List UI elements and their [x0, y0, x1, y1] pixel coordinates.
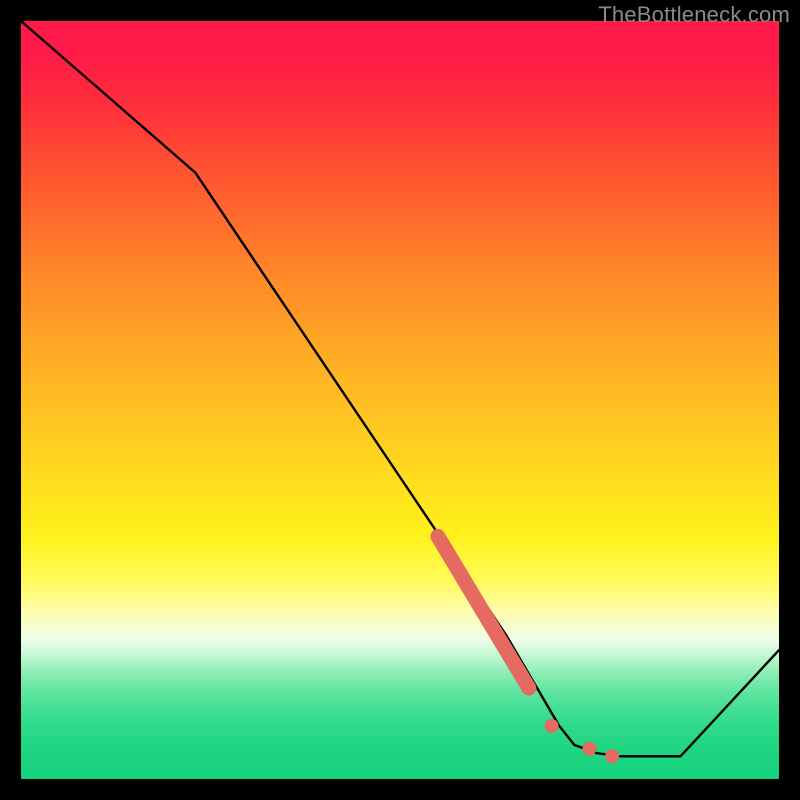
- chart-plot-area: [21, 21, 779, 779]
- bottleneck-curve: [21, 21, 779, 756]
- highlight-dot: [605, 749, 619, 763]
- watermark-label: TheBottleneck.com: [598, 2, 790, 28]
- chart-overlay: [21, 21, 779, 779]
- chart-frame: TheBottleneck.com: [0, 0, 800, 800]
- highlight-dots: [545, 719, 620, 763]
- highlight-dot: [545, 719, 559, 733]
- highlight-segment: [438, 536, 529, 688]
- highlight-dot: [583, 742, 597, 756]
